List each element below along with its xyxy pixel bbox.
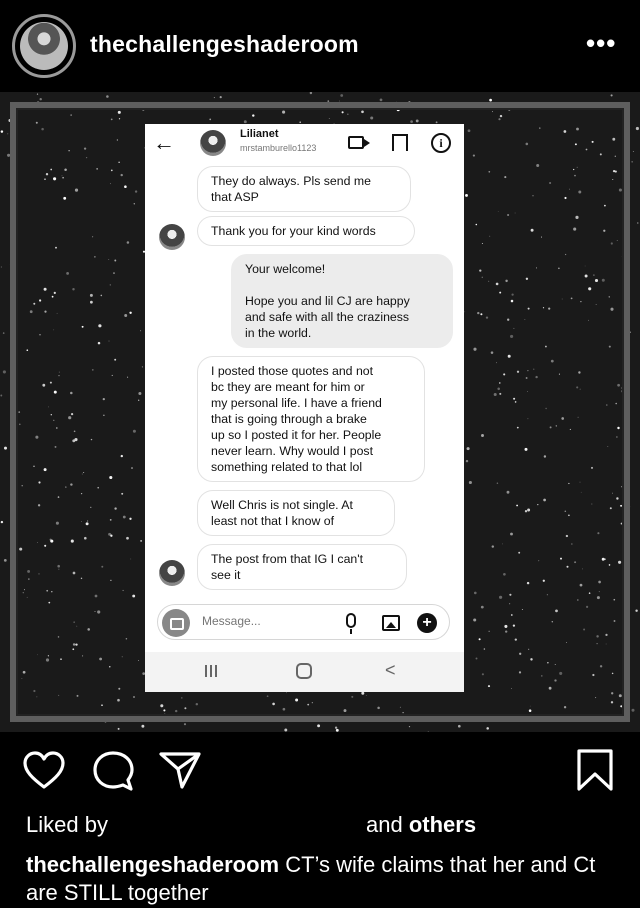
recent-apps-icon — [205, 665, 219, 677]
nav-back-icon: < — [385, 660, 396, 680]
message-bubble: Well Chris is not single. At least not t… — [197, 490, 395, 536]
comment-icon[interactable] — [92, 750, 134, 792]
android-nav-bar: < — [145, 652, 464, 692]
message-bubble-sent: Your welcome! Hope you and lil CJ are ha… — [231, 254, 453, 348]
message-avatar — [159, 560, 185, 586]
others-link[interactable]: others — [409, 812, 476, 837]
post-header: thechallengeshaderoom ••• — [0, 0, 640, 92]
message-composer: + — [157, 604, 450, 640]
likes-line[interactable]: Liked by and others — [26, 812, 476, 838]
message-text: Well Chris is not single. At least not t… — [211, 498, 353, 528]
message-bubble: Thank you for your kind words — [197, 216, 415, 246]
microphone-icon — [346, 613, 356, 634]
video-call-icon — [348, 136, 370, 149]
back-arrow-icon: ← — [153, 130, 175, 155]
dm-header: ← Lilianet mrstamburello1123 i — [145, 124, 464, 164]
post-actions — [0, 732, 640, 802]
dm-screenshot: ← Lilianet mrstamburello1123 i They do a… — [145, 124, 464, 692]
message-bubble: I posted those quotes and not bc they ar… — [197, 356, 425, 482]
camera-icon — [162, 609, 190, 637]
profile-avatar-image — [20, 22, 68, 70]
more-options-icon[interactable]: ••• — [586, 28, 616, 59]
message-text: Your welcome! Hope you and lil CJ are ha… — [245, 262, 410, 340]
message-text: I posted those quotes and not bc they ar… — [211, 364, 382, 474]
message-bubble: The post from that IG I can't see it — [197, 544, 407, 590]
plus-icon: + — [417, 613, 437, 633]
others-label-group: and others — [366, 812, 476, 838]
bookmark-icon[interactable] — [576, 748, 614, 792]
caption-username[interactable]: thechallengeshaderoom — [26, 852, 279, 877]
profile-avatar[interactable] — [12, 14, 76, 78]
flag-icon — [392, 134, 408, 151]
gallery-icon — [382, 615, 400, 631]
liked-by-label: Liked by — [26, 812, 108, 837]
dm-contact-name: Lilianet — [240, 128, 279, 140]
dm-contact-handle: mrstamburello1123 — [240, 143, 317, 153]
message-text: They do always. Pls send me that ASP — [211, 174, 371, 204]
heart-icon[interactable] — [22, 750, 66, 790]
dm-contact-avatar — [200, 130, 226, 156]
message-bubble: They do always. Pls send me that ASP — [197, 166, 411, 212]
message-text: The post from that IG I can't see it — [211, 552, 364, 582]
message-avatar — [159, 224, 185, 250]
post-username[interactable]: thechallengeshaderoom — [90, 31, 359, 58]
share-icon[interactable] — [158, 750, 202, 790]
and-label: and — [366, 812, 403, 837]
post-caption: thechallengeshaderoom CT’s wife claims t… — [26, 851, 626, 907]
post-image[interactable]: ← Lilianet mrstamburello1123 i They do a… — [0, 92, 640, 732]
message-text: Thank you for your kind words — [211, 224, 376, 238]
message-input — [202, 614, 342, 628]
info-icon: i — [431, 133, 451, 153]
home-icon — [296, 663, 312, 679]
